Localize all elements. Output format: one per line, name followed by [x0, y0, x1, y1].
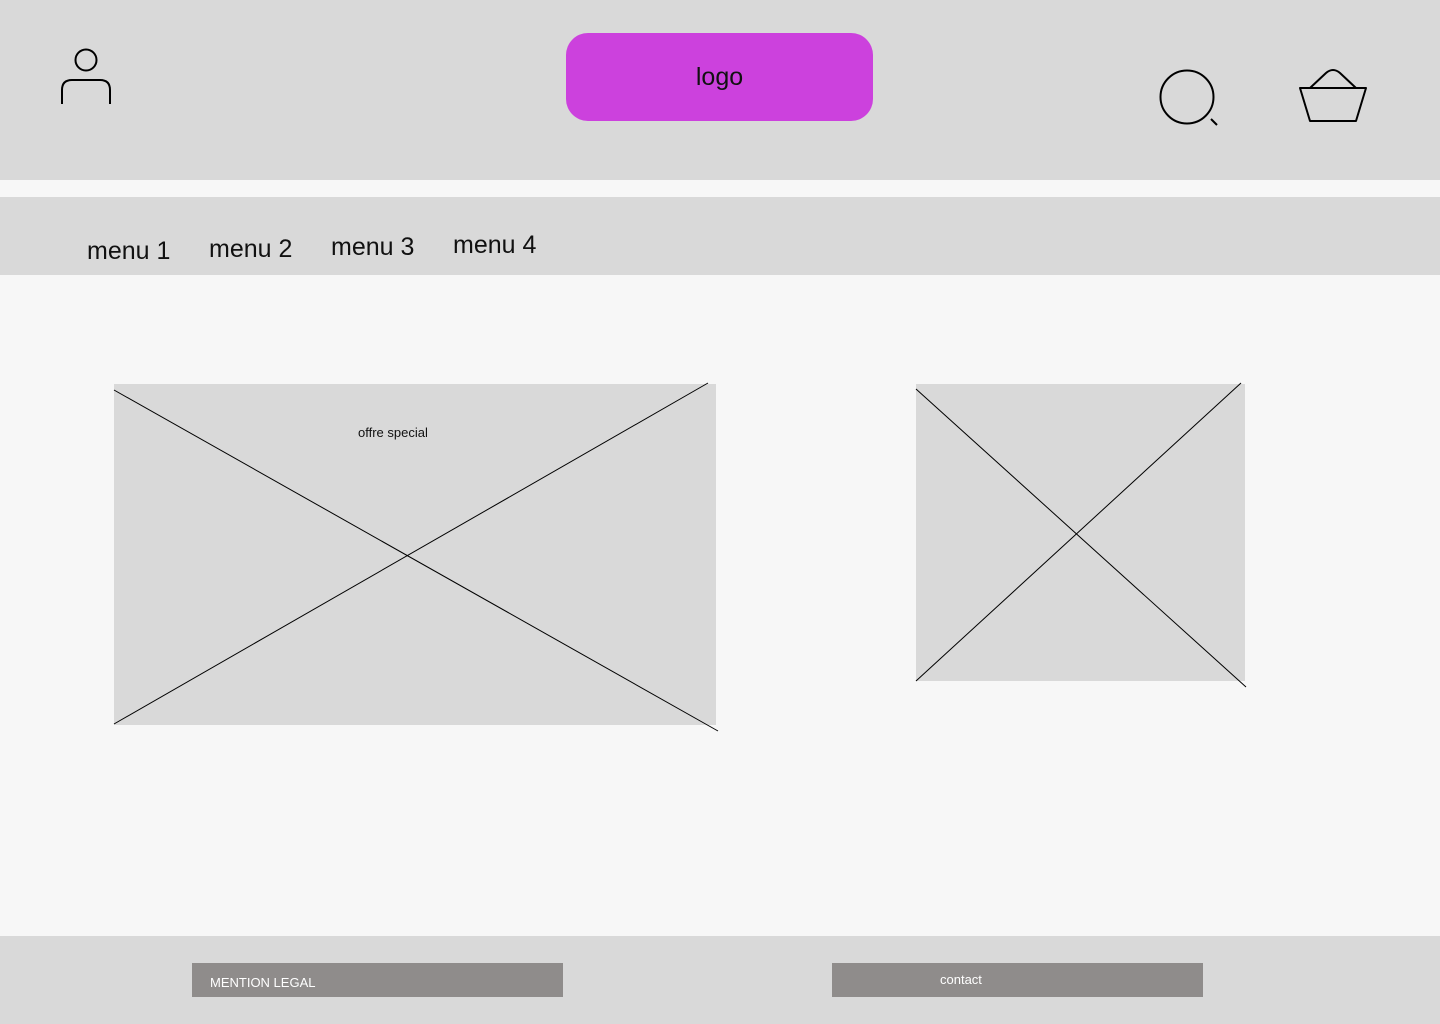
- logo[interactable]: logo: [566, 33, 873, 121]
- special-offer-image[interactable]: offre special: [113, 382, 719, 732]
- nav-item-menu-4[interactable]: menu 4: [453, 231, 536, 260]
- contact-button[interactable]: contact: [832, 963, 1203, 997]
- legal-notice-button[interactable]: MENTION LEGAL: [192, 963, 563, 997]
- basket-icon: [1299, 69, 1367, 122]
- header: logo: [0, 0, 1440, 180]
- image-placeholder-cross-icon: [915, 382, 1247, 688]
- contact-label: contact: [940, 972, 982, 987]
- user-icon: [61, 48, 111, 104]
- search-button[interactable]: [1156, 66, 1222, 130]
- nav-item-menu-2[interactable]: menu 2: [209, 235, 292, 264]
- basket-button[interactable]: [1296, 66, 1370, 126]
- secondary-image[interactable]: [915, 382, 1247, 688]
- legal-notice-label: MENTION LEGAL: [210, 975, 316, 990]
- logo-label: logo: [695, 62, 744, 91]
- footer: MENTION LEGAL contact: [0, 936, 1440, 1024]
- nav-item-menu-3[interactable]: menu 3: [331, 233, 414, 262]
- special-offer-label: offre special: [358, 425, 428, 440]
- user-account-button[interactable]: [58, 46, 114, 108]
- search-icon: [1159, 69, 1218, 126]
- main-nav: menu 1 menu 2 menu 3 menu 4: [0, 197, 1440, 275]
- nav-item-menu-1[interactable]: menu 1: [87, 237, 170, 266]
